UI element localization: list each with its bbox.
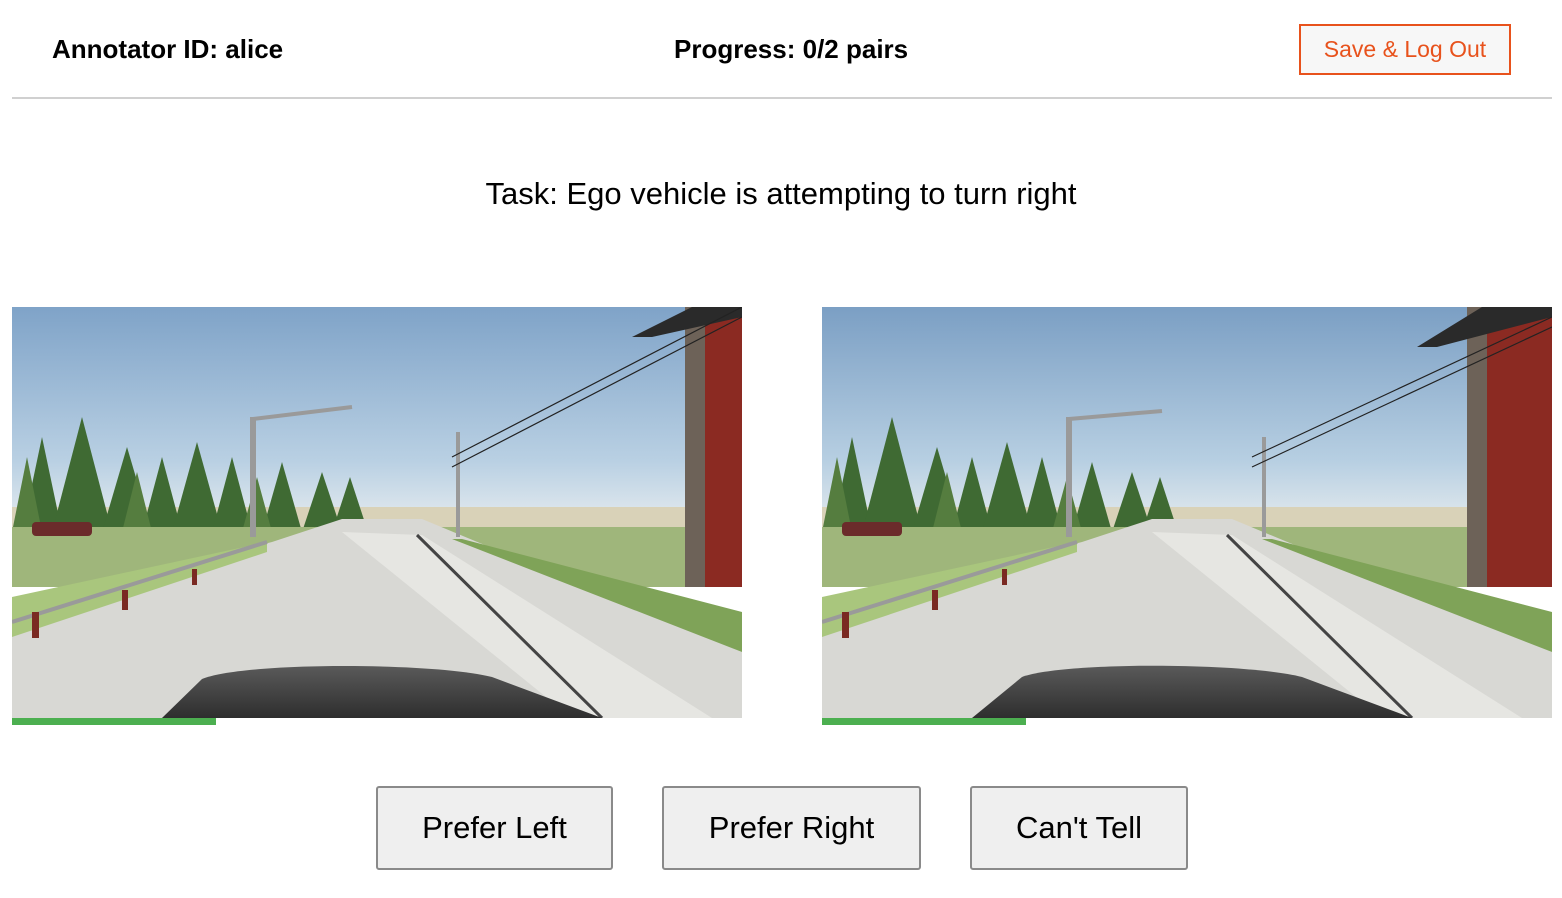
prefer-right-button[interactable]: Prefer Right xyxy=(662,786,921,870)
cant-tell-button[interactable]: Can't Tell xyxy=(970,786,1188,870)
top-bar: Annotator ID: alice Progress: 0/2 pairs … xyxy=(12,0,1552,99)
save-logout-button[interactable]: Save & Log Out xyxy=(1299,24,1511,75)
right-driving-scene xyxy=(822,307,1552,718)
left-video-progress-fill xyxy=(12,718,217,725)
left-video-progress-bar xyxy=(12,718,742,725)
right-video[interactable] xyxy=(822,307,1552,718)
prefer-left-button[interactable]: Prefer Left xyxy=(376,786,613,870)
annotator-id: Annotator ID: alice xyxy=(52,34,284,64)
right-video-progress-bar xyxy=(822,718,1552,725)
right-video-progress-fill xyxy=(822,718,1027,725)
left-driving-scene xyxy=(12,307,742,718)
task-description: Task: Ego vehicle is attempting to turn … xyxy=(485,176,1077,211)
progress-counter: Progress: 0/2 pairs xyxy=(674,34,909,64)
left-video[interactable] xyxy=(12,307,742,718)
